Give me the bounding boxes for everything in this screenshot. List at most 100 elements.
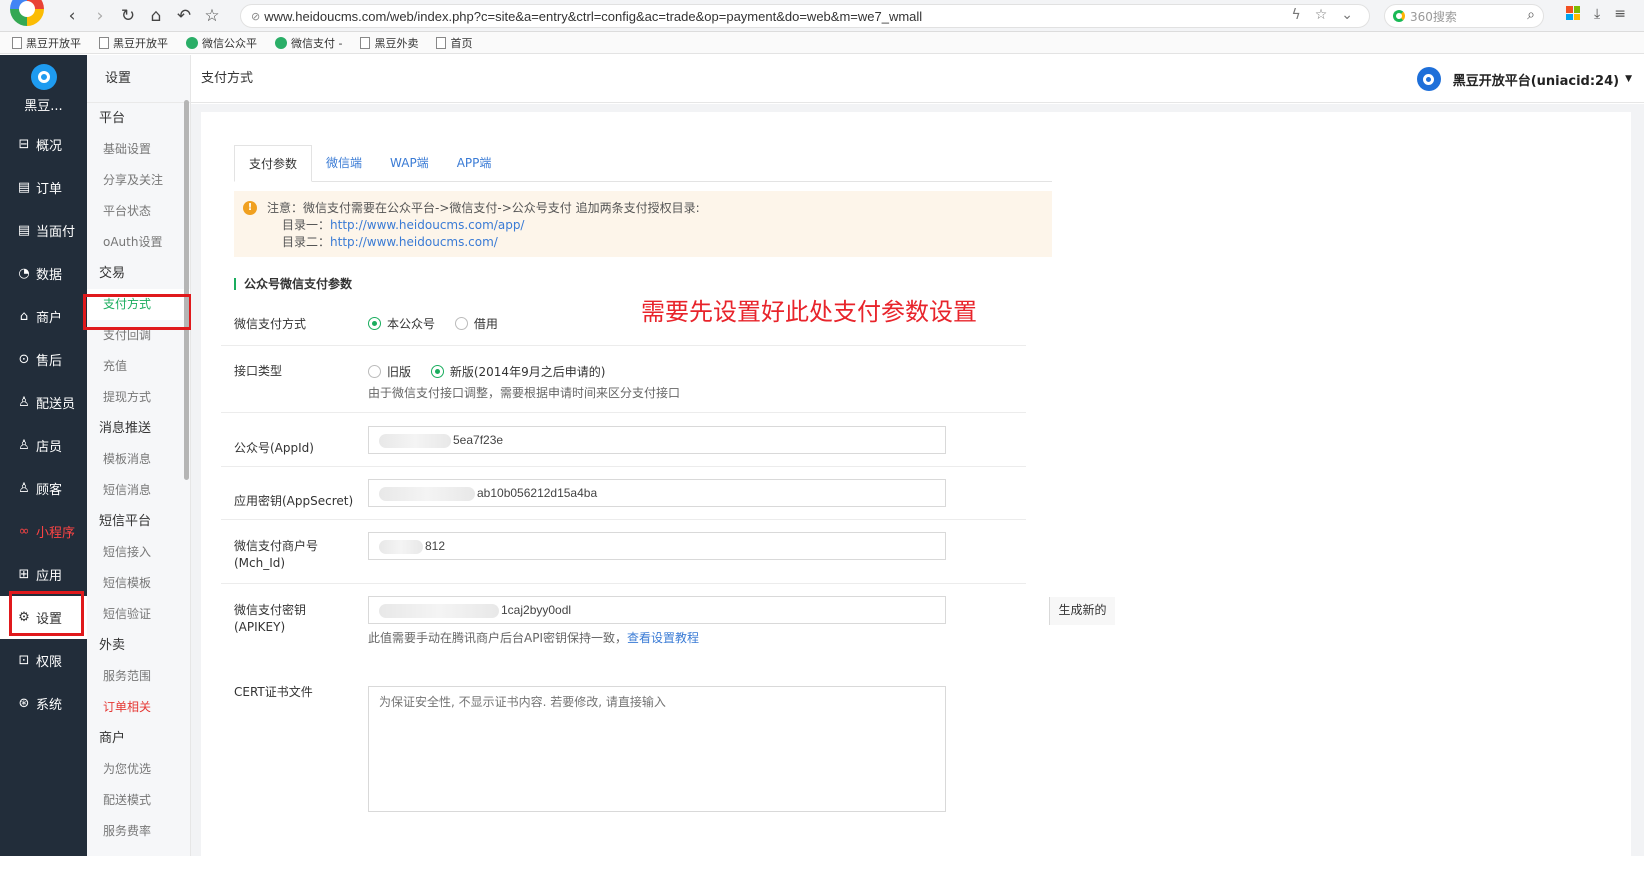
gear-icon: ⚙ bbox=[18, 610, 30, 625]
bookmark-item[interactable]: 黑豆外卖 bbox=[360, 35, 418, 51]
bookmark-label: 微信支付 - bbox=[291, 36, 343, 50]
apps-icon: ⊞ bbox=[18, 567, 30, 582]
sidebar-item-aftersale[interactable]: ⊙ 售后 bbox=[0, 338, 87, 381]
notice-dir2-label: 目录二： bbox=[282, 235, 331, 249]
submenu-item[interactable]: 平台状态 bbox=[87, 196, 190, 227]
submenu-item[interactable]: 订单相关 bbox=[87, 692, 190, 723]
appid-value: 5ea7f23e bbox=[453, 433, 504, 447]
search-box[interactable]: 360搜索 ⌕ bbox=[1384, 4, 1544, 28]
sidebar-item-clerks[interactable]: ♙ 店员 bbox=[0, 424, 87, 467]
bookmark-item[interactable]: 首页 bbox=[436, 35, 472, 51]
address-bar[interactable]: ⊘ www.heidoucms.com/web/index.php?c=site… bbox=[240, 4, 1370, 28]
radio-old-api[interactable]: 旧版 bbox=[368, 363, 411, 380]
apikey-value: 1caj2byy0odl bbox=[501, 603, 572, 617]
tab-pay-params[interactable]: 支付参数 bbox=[234, 145, 313, 182]
notice-dir1-link[interactable]: http://www.heidoucms.com/app/ bbox=[330, 218, 524, 232]
favorite-star-icon[interactable]: ☆ bbox=[198, 2, 226, 30]
reload-icon[interactable]: ↻ bbox=[114, 2, 142, 30]
content-panel: 支付参数 微信端 WAP端 APP端 ! 注意：微信支付需要在公众平台->微信支… bbox=[201, 112, 1631, 872]
apps-grid-icon[interactable] bbox=[1566, 6, 1580, 20]
submenu-item[interactable]: 模板消息 bbox=[87, 444, 190, 475]
submenu-item[interactable]: 短信验证 bbox=[87, 599, 190, 630]
main-sidebar: 黑豆... ⊟ 概况 ▤ 订单 ▤ 当面付 ◔ 数据 ⌂ 商户 ⊙ 售后 ♙ 配送员 ♙ 店员 … bbox=[0, 55, 87, 856]
settings-submenu: 设置 平台 基础设置 分享及关注 平台状态 oAuth设置 交易 支付方式 支付… bbox=[87, 55, 191, 856]
sidebar-item-permissions[interactable]: ⊡ 权限 bbox=[0, 639, 87, 682]
mchid-input[interactable]: 812 bbox=[368, 532, 946, 560]
chart-icon: ◔ bbox=[18, 266, 30, 281]
bookmark-label: 黑豆外卖 bbox=[374, 36, 419, 50]
sidebar-item-customers[interactable]: ♙ 顾客 bbox=[0, 467, 87, 510]
submenu-scrollbar[interactable] bbox=[184, 100, 189, 480]
tab-wechat[interactable]: 微信端 bbox=[312, 145, 376, 182]
lock-icon: ⊡ bbox=[18, 653, 30, 668]
download-icon[interactable]: ⤓ bbox=[1594, 6, 1600, 22]
submenu-item[interactable]: 短信接入 bbox=[87, 537, 190, 568]
sidebar-item-label: 顾客 bbox=[36, 483, 63, 498]
sidebar-item-orders[interactable]: ▤ 订单 bbox=[0, 166, 87, 209]
submenu-item[interactable]: 充值 bbox=[87, 351, 190, 382]
submenu-item[interactable]: 短信模板 bbox=[87, 568, 190, 599]
page-icon bbox=[12, 36, 22, 49]
sidebar-item-label: 店员 bbox=[36, 440, 63, 455]
submenu-item[interactable]: 分享及关注 bbox=[87, 165, 190, 196]
sidebar-item-overview[interactable]: ⊟ 概况 bbox=[0, 123, 87, 166]
submenu-item[interactable]: 为您优选 bbox=[87, 754, 190, 785]
appsecret-input[interactable]: ab10b056212d15a4ba bbox=[368, 479, 946, 507]
sidebar-item-apps[interactable]: ⊞ 应用 bbox=[0, 553, 87, 596]
browser-logo-icon bbox=[10, 0, 44, 26]
lightning-icon[interactable]: ϟ bbox=[1291, 7, 1300, 23]
submenu-item[interactable]: oAuth设置 bbox=[87, 227, 190, 258]
group-title-platform: 平台 bbox=[99, 111, 126, 126]
account-switcher[interactable]: 黑豆开放平台(uniacid:24) ▼ bbox=[1416, 67, 1632, 91]
radio-new-api[interactable]: 新版(2014年9月之后申请的) bbox=[430, 363, 605, 380]
forward-icon[interactable]: › bbox=[86, 2, 114, 30]
undo-icon[interactable]: ↶ bbox=[170, 2, 198, 30]
bookmark-item[interactable]: 微信公众平 bbox=[186, 35, 257, 51]
sidebar-item-couriers[interactable]: ♙ 配送员 bbox=[0, 381, 87, 424]
radio-label: 旧版 bbox=[387, 365, 412, 379]
notice-dir1-label: 目录一： bbox=[282, 218, 331, 232]
page-icon bbox=[436, 36, 447, 49]
cert-textarea[interactable] bbox=[368, 686, 946, 812]
menu-icon[interactable]: ≡ bbox=[1614, 6, 1626, 22]
sidebar-item-system[interactable]: ⊛ 系统 bbox=[0, 682, 87, 725]
search-icon[interactable]: ⌕ bbox=[1527, 7, 1535, 23]
sidebar-item-settings[interactable]: ⚙ 设置 bbox=[0, 596, 87, 639]
notice-dir2-link[interactable]: http://www.heidoucms.com/ bbox=[330, 235, 498, 249]
radio-checked-icon bbox=[368, 317, 381, 330]
submenu-item[interactable]: 支付回调 bbox=[87, 320, 190, 351]
bookmark-item[interactable]: 黑豆开放平 bbox=[99, 35, 168, 51]
appid-input[interactable]: 5ea7f23e bbox=[368, 426, 946, 454]
group-title-merchant: 商户 bbox=[99, 731, 126, 746]
system-icon: ⊛ bbox=[18, 696, 30, 711]
back-icon[interactable]: ‹ bbox=[58, 2, 86, 30]
submenu-item[interactable]: 基础设置 bbox=[87, 134, 190, 165]
home-icon[interactable]: ⌂ bbox=[142, 2, 170, 30]
group-title-messaging: 消息推送 bbox=[99, 421, 152, 436]
submenu-item[interactable]: 服务费率 bbox=[87, 816, 190, 847]
tab-app[interactable]: APP端 bbox=[443, 145, 506, 182]
generate-key-button[interactable]: 生成新的 bbox=[1049, 597, 1115, 625]
tab-wap[interactable]: WAP端 bbox=[376, 145, 443, 182]
submenu-item[interactable]: 配送模式 bbox=[87, 785, 190, 816]
bookmark-star-icon[interactable]: ☆ bbox=[1315, 7, 1328, 23]
brand[interactable]: 黑豆... bbox=[0, 55, 87, 123]
apikey-help: 此值需要手动在腾讯商户后台API密钥保持一致，查看设置教程 bbox=[368, 629, 699, 646]
sidebar-item-miniprogram[interactable]: ∞ 小程序 bbox=[0, 510, 87, 553]
setup-tutorial-link[interactable]: 查看设置教程 bbox=[627, 631, 699, 645]
sidebar-item-facepay[interactable]: ▤ 当面付 bbox=[0, 209, 87, 252]
sidebar-item-data[interactable]: ◔ 数据 bbox=[0, 252, 87, 295]
submenu-item-payment-methods[interactable]: 支付方式 bbox=[87, 289, 190, 320]
address-url: www.heidoucms.com/web/index.php?c=site&a… bbox=[264, 8, 923, 24]
submenu-item[interactable]: 提现方式 bbox=[87, 382, 190, 413]
radio-own-account[interactable]: 本公众号 bbox=[368, 315, 435, 332]
bookmark-item[interactable]: 微信支付 - bbox=[275, 35, 342, 51]
sidebar-item-label: 设置 bbox=[36, 612, 63, 627]
chevron-down-icon[interactable]: ⌄ bbox=[1341, 7, 1353, 23]
bookmark-item[interactable]: 黑豆开放平 bbox=[12, 35, 81, 51]
submenu-item[interactable]: 短信消息 bbox=[87, 475, 190, 506]
apikey-input[interactable]: 1caj2byy0odl 生成新的 bbox=[368, 596, 1115, 625]
submenu-item[interactable]: 服务范围 bbox=[87, 661, 190, 692]
radio-borrow[interactable]: 借用 bbox=[454, 315, 498, 332]
sidebar-item-merchants[interactable]: ⌂ 商户 bbox=[0, 295, 87, 338]
